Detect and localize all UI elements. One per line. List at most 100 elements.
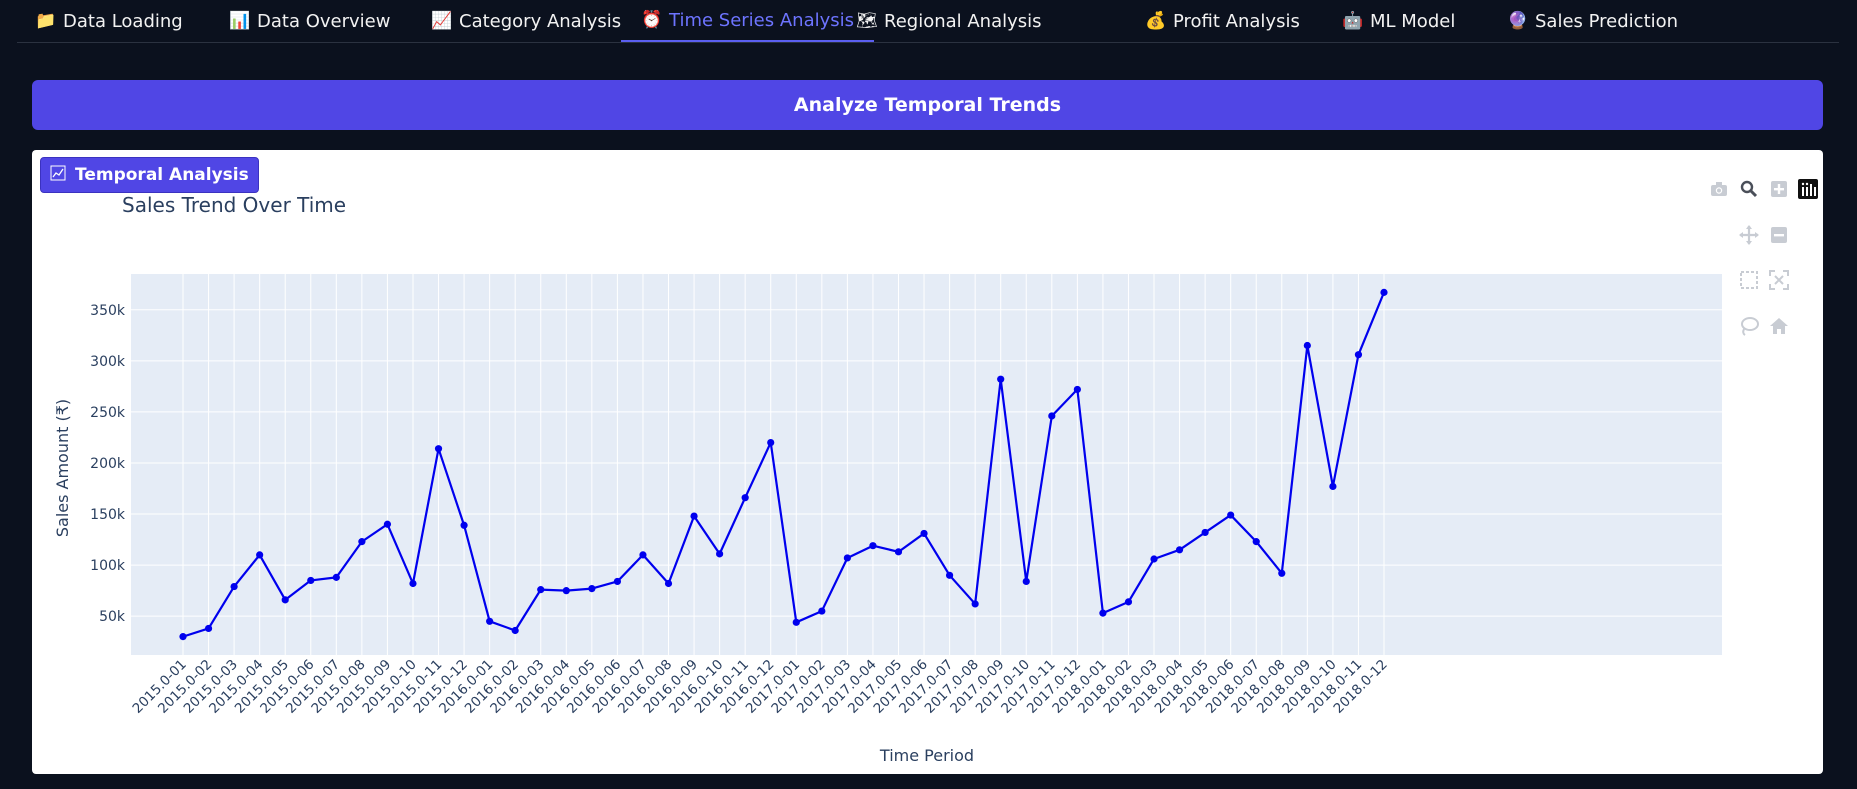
pan-icon[interactable] xyxy=(1738,224,1760,246)
data-point xyxy=(1227,511,1235,519)
x-axis-title: Time Period xyxy=(879,746,974,765)
analyze-temporal-trends-button[interactable]: Analyze Temporal Trends xyxy=(32,80,1823,130)
tab-label: Data Loading xyxy=(63,10,183,32)
data-point xyxy=(486,617,494,625)
zoom-icon[interactable] xyxy=(1738,178,1760,200)
data-point xyxy=(1124,598,1133,606)
sales-trend-chart[interactable]: 50k100k150k200k250k300k350k2015.0-012015… xyxy=(32,150,1823,774)
tab-label: Data Overview xyxy=(257,10,391,32)
data-point xyxy=(460,521,468,529)
data-point xyxy=(409,579,417,588)
tab-label: ML Model xyxy=(1370,10,1456,32)
data-point xyxy=(869,542,877,550)
y-axis-title: Sales Amount (₹) xyxy=(53,399,72,537)
data-point xyxy=(1048,412,1056,420)
data-point xyxy=(1329,482,1337,491)
data-point xyxy=(1303,341,1311,350)
data-point xyxy=(1252,538,1260,546)
data-point xyxy=(792,618,800,626)
map-icon: 🗺 xyxy=(856,11,878,31)
data-point xyxy=(1278,569,1286,577)
trend-chart-icon: 📈 xyxy=(431,11,453,31)
data-point xyxy=(741,494,749,502)
chart-title: Sales Trend Over Time xyxy=(122,193,346,217)
tab-label: Profit Analysis xyxy=(1173,10,1300,32)
tab-label: Time Series Analysis xyxy=(669,9,855,31)
tab-label: Sales Prediction xyxy=(1535,10,1679,32)
data-point xyxy=(1150,555,1158,563)
data-point xyxy=(1354,351,1363,359)
folder-icon: 📁 xyxy=(35,11,57,31)
zoom-out-icon[interactable] xyxy=(1768,224,1790,246)
tab-category-analysis[interactable]: 📈 Category Analysis xyxy=(431,0,621,42)
data-point xyxy=(945,571,954,579)
data-point xyxy=(307,576,315,585)
y-tick-label: 350k xyxy=(90,303,126,319)
chart-card: 50k 100k 150k 200k 250k 300k 350k 2015.0-01 2015… xyxy=(32,150,1823,774)
data-point xyxy=(997,375,1005,383)
tab-label: Category Analysis xyxy=(459,10,622,32)
data-point xyxy=(588,585,596,593)
plot-area xyxy=(131,274,1722,655)
data-point xyxy=(1175,546,1184,554)
data-point xyxy=(971,600,979,608)
tab-sales-prediction[interactable]: 🔮 Sales Prediction xyxy=(1507,0,1678,42)
data-point xyxy=(511,626,519,635)
lasso-select-icon[interactable] xyxy=(1738,315,1760,337)
data-point xyxy=(1380,288,1388,296)
data-point xyxy=(613,577,622,586)
tab-data-overview[interactable]: 📊 Data Overview xyxy=(229,0,390,42)
alarm-clock-icon: ⏰ xyxy=(641,10,663,30)
data-point xyxy=(256,551,264,559)
data-point xyxy=(434,445,443,453)
tab-ml-model[interactable]: 🤖 ML Model xyxy=(1342,0,1455,42)
zoom-in-icon[interactable] xyxy=(1768,178,1790,200)
data-point xyxy=(1099,609,1107,617)
y-tick-label: 250k xyxy=(90,405,126,421)
crystal-ball-icon: 🔮 xyxy=(1507,11,1529,31)
data-point xyxy=(562,587,570,595)
money-bag-icon: 💰 xyxy=(1145,11,1167,31)
tab-regional-analysis[interactable]: 🗺 Regional Analysis xyxy=(856,0,1042,42)
tab-label: Regional Analysis xyxy=(884,10,1042,32)
data-point xyxy=(358,538,366,546)
y-tick-label: 100k xyxy=(90,558,126,574)
tab-profit-analysis[interactable]: 💰 Profit Analysis xyxy=(1145,0,1300,42)
data-point xyxy=(1201,528,1209,537)
y-tick-label: 200k xyxy=(90,456,126,472)
y-tick-label: 50k xyxy=(99,609,126,625)
y-tick-label: 150k xyxy=(90,507,126,523)
data-point xyxy=(818,607,826,615)
scatter-chart-icon xyxy=(50,165,66,186)
data-point xyxy=(383,520,392,528)
y-tick-label: 300k xyxy=(90,354,126,370)
data-point xyxy=(537,586,545,594)
tab-bar: 📁 Data Loading 📊 Data Overview 📈 Category Ana… xyxy=(17,0,1839,43)
camera-icon[interactable] xyxy=(1708,178,1730,200)
data-point xyxy=(920,529,928,538)
data-point xyxy=(1022,577,1030,586)
data-point xyxy=(332,573,340,581)
data-point xyxy=(664,579,673,588)
data-point xyxy=(204,624,213,633)
temporal-analysis-badge: Temporal Analysis xyxy=(40,157,259,193)
reset-axes-home-icon[interactable] xyxy=(1768,315,1790,337)
data-point xyxy=(179,633,187,641)
data-point xyxy=(716,550,724,558)
data-point xyxy=(894,548,903,556)
robot-icon: 🤖 xyxy=(1342,11,1364,31)
data-point xyxy=(281,596,289,604)
autoscale-icon[interactable] xyxy=(1768,269,1790,291)
data-point xyxy=(690,512,698,520)
bar-chart-icon: 📊 xyxy=(229,11,251,31)
data-point xyxy=(843,554,851,562)
data-point xyxy=(1073,385,1081,394)
tab-time-series-analysis[interactable]: ⏰ Time Series Analysis xyxy=(621,0,875,42)
data-point xyxy=(230,582,238,591)
data-point xyxy=(639,551,647,559)
plotly-logo-icon[interactable] xyxy=(1797,178,1819,200)
badge-label: Temporal Analysis xyxy=(75,165,249,185)
tab-data-loading[interactable]: 📁 Data Loading xyxy=(35,0,183,42)
data-point xyxy=(767,438,775,447)
box-select-icon[interactable] xyxy=(1738,269,1760,291)
